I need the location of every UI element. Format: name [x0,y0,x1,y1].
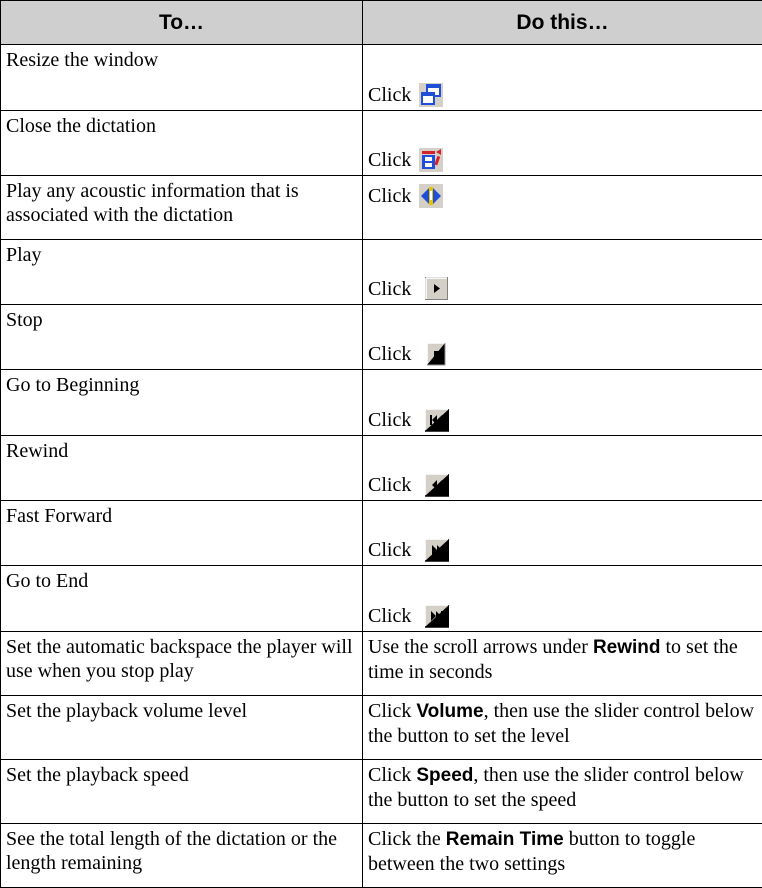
table-row: Close the dictation Click [1,111,762,176]
table-row: Set the automatic backspace the player w… [1,632,762,696]
go-to-beginning-icon [425,408,449,432]
action-cell: Click [363,305,762,370]
task-cell: Rewind [1,436,363,501]
click-label: Click [368,184,411,208]
go-to-end-icon [425,604,449,628]
action-cell: Click Volume, then use the slider contro… [363,696,762,760]
click-label: Click [368,538,411,562]
click-label: Click [368,342,411,366]
click-label: Click [368,277,411,301]
table-row: See the total length of the dictation or… [1,824,762,888]
task-cell: Set the playback volume level [1,696,363,760]
task-cell: Play any acoustic information that is as… [1,176,363,240]
table-header-row: To… Do this… [1,1,762,45]
table-row: Play any acoustic information that is as… [1,176,762,240]
click-label: Click [368,604,411,628]
click-label: Click [368,148,411,172]
action-cell: Click [363,370,762,436]
table-row: Fast Forward Click [1,501,762,566]
bold-term: Volume [416,701,483,722]
table-row: Stop Click [1,305,762,370]
action-cell: Use the scroll arrows under Rewind to se… [363,632,762,696]
action-cell: Click [363,45,762,111]
task-cell: Play [1,240,363,305]
bold-term: Rewind [593,637,661,658]
task-cell: Resize the window [1,45,363,111]
task-cell: Go to Beginning [1,370,363,436]
task-cell: Close the dictation [1,111,363,176]
play-acoustic-icon [419,184,443,208]
action-cell: Click [363,566,762,632]
table-row: Set the playback volume level Click Volu… [1,696,762,760]
task-cell: Set the playback speed [1,760,363,824]
header-to: To… [1,1,363,45]
resize-window-icon [419,83,443,107]
table-row: Set the playback speed Click Speed, then… [1,760,762,824]
stop-icon [425,342,449,366]
bold-term: Speed [416,765,473,786]
action-text: Click the [368,828,446,850]
action-text: Click [368,700,416,722]
click-label: Click [368,408,411,432]
task-cell: See the total length of the dictation or… [1,824,363,888]
table-row: Rewind Click [1,436,762,501]
action-cell: Click [363,176,762,240]
action-cell: Click [363,436,762,501]
action-cell: Click [363,111,762,176]
action-cell: Click the Remain Time button to toggle b… [363,824,762,888]
bold-term: Remain Time [446,829,564,850]
click-label: Click [368,83,411,107]
fast-forward-icon [425,538,449,562]
click-label: Click [368,473,411,497]
rewind-icon [425,473,449,497]
play-icon [425,277,449,301]
task-cell: Go to End [1,566,363,632]
task-cell: Fast Forward [1,501,363,566]
table-row: Go to Beginning Click [1,370,762,436]
table-row: Resize the window Click [1,45,762,111]
action-cell: Click [363,501,762,566]
task-cell: Stop [1,305,363,370]
instruction-table: To… Do this… Resize the window Click [0,0,762,888]
table-row: Go to End Click [1,566,762,632]
action-text: Click [368,764,416,786]
action-cell: Click Speed, then use the slider control… [363,760,762,824]
task-cell: Set the automatic backspace the player w… [1,632,363,696]
action-text: Use the scroll arrows under [368,636,593,658]
action-cell: Click [363,240,762,305]
close-dictation-icon [419,148,443,172]
header-do-this: Do this… [363,1,762,45]
table-row: Play Click [1,240,762,305]
